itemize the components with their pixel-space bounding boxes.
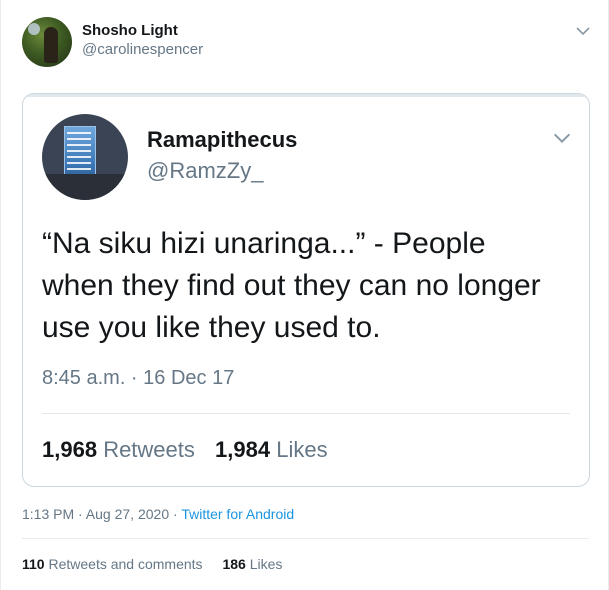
- tweet-meta: 1:13 PM · Aug 27, 2020 · Twitter for And…: [22, 506, 294, 522]
- author-name[interactable]: Shosho Light: [82, 22, 178, 39]
- tweet-stats: 110 Retweets and comments 186 Likes: [22, 556, 282, 572]
- quoted-retweets-count: 1,968: [42, 437, 98, 462]
- quoted-tweet-text: “Na siku hizi unaringa...” - People when…: [42, 227, 541, 344]
- avatar-ground: [42, 174, 128, 200]
- quoted-retweets-label: Retweets: [103, 437, 195, 462]
- tweet-card: Shosho Light @carolinespencer Ramapithec…: [0, 0, 609, 590]
- avatar-highlight: [28, 23, 40, 35]
- quoted-likes-label: Likes: [276, 437, 328, 462]
- author-avatar[interactable]: [22, 17, 72, 67]
- quoted-tweet-stats: 1,968 Retweets 1,984 Likes: [42, 437, 328, 463]
- quoted-card-top-border: [23, 94, 589, 97]
- chevron-down-icon: [551, 127, 571, 145]
- retweets-label: Retweets and comments: [48, 556, 203, 572]
- stats-divider: [22, 538, 589, 539]
- retweets-count: 110: [22, 556, 45, 572]
- quoted-author-avatar: [42, 114, 128, 200]
- quoted-tweet-card[interactable]: Ramapithecus @RamzZy_ “Na siku hizi unar…: [22, 93, 590, 487]
- avatar-figure: [44, 27, 58, 63]
- author-handle[interactable]: @carolinespencer: [82, 41, 203, 58]
- quoted-author-handle: @RamzZy_: [147, 158, 264, 183]
- tweet-source-link[interactable]: Twitter for Android: [181, 506, 294, 522]
- likes-stat[interactable]: 186 Likes: [222, 556, 282, 572]
- quoted-author-name: Ramapithecus: [147, 127, 298, 152]
- quoted-divider: [42, 413, 570, 414]
- likes-label: Likes: [249, 556, 283, 572]
- likes-count: 186: [222, 556, 246, 572]
- retweets-stat[interactable]: 110 Retweets and comments: [22, 556, 203, 572]
- chevron-down-icon[interactable]: [574, 22, 592, 40]
- quoted-likes-count: 1,984: [215, 437, 271, 462]
- meta-separator: ·: [169, 506, 182, 522]
- quoted-tweet-timestamp: 8:45 a.m. · 16 Dec 17: [42, 367, 235, 389]
- tweet-timestamp[interactable]: 1:13 PM · Aug 27, 2020: [22, 506, 169, 522]
